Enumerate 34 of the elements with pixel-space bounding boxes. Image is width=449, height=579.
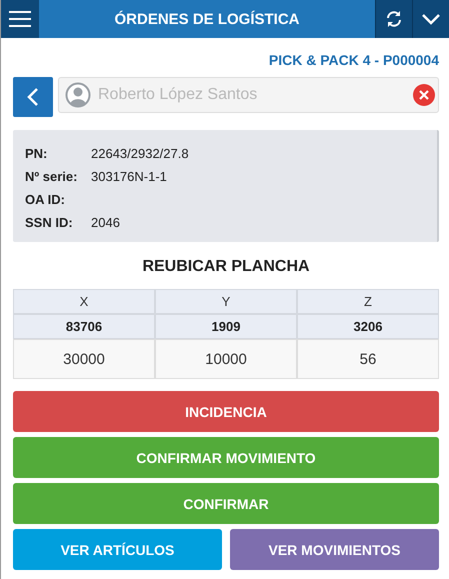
- column-header: Y: [155, 289, 297, 314]
- app-title: ÓRDENES DE LOGÍSTICA: [113, 10, 301, 30]
- action-button[interactable]: CONFIRMAR MOVIMIENTO: [13, 437, 439, 478]
- field-label: PN:: [25, 146, 48, 161]
- input-field[interactable]: 56: [297, 339, 439, 379]
- field-label: SSN ID:: [25, 215, 74, 230]
- order-title: PICK & PACK 4 - P000004: [268, 52, 439, 70]
- menu-button[interactable]: [1, 0, 39, 38]
- menu-icon: [9, 10, 31, 28]
- action-button[interactable]: INCIDENCIA: [13, 391, 439, 432]
- chevron-down-icon: [421, 13, 441, 25]
- column-header: Z: [297, 289, 439, 314]
- section-title: REUBICAR PLANCHA: [141, 258, 311, 277]
- action-button[interactable]: CONFIRMAR: [13, 483, 439, 524]
- table-cell: 3206: [297, 314, 439, 339]
- user-field[interactable]: Roberto López Santos: [58, 77, 439, 113]
- field-value: 2046: [91, 215, 120, 230]
- refresh-button[interactable]: [375, 0, 412, 38]
- field-value: 22643/2932/27.8: [91, 146, 189, 161]
- field-label: Nº serie:: [25, 169, 78, 184]
- table-cell: 83706: [13, 314, 155, 339]
- field-label: OA ID:: [25, 192, 66, 207]
- input-field[interactable]: 10000: [155, 339, 297, 379]
- chevron-left-icon: [27, 87, 39, 107]
- column-header: X: [13, 289, 155, 314]
- refresh-icon: [385, 10, 403, 28]
- back-button[interactable]: [13, 77, 53, 117]
- action-button[interactable]: VER MOVIMIENTOS: [230, 529, 439, 570]
- input-field[interactable]: 30000: [13, 339, 155, 379]
- action-button[interactable]: VER ARTÍCULOS: [13, 529, 222, 570]
- clear-icon[interactable]: [413, 84, 435, 106]
- dropdown-button[interactable]: [412, 0, 449, 38]
- field-value: 303176N-1-1: [91, 169, 167, 184]
- table-cell: 1909: [155, 314, 297, 339]
